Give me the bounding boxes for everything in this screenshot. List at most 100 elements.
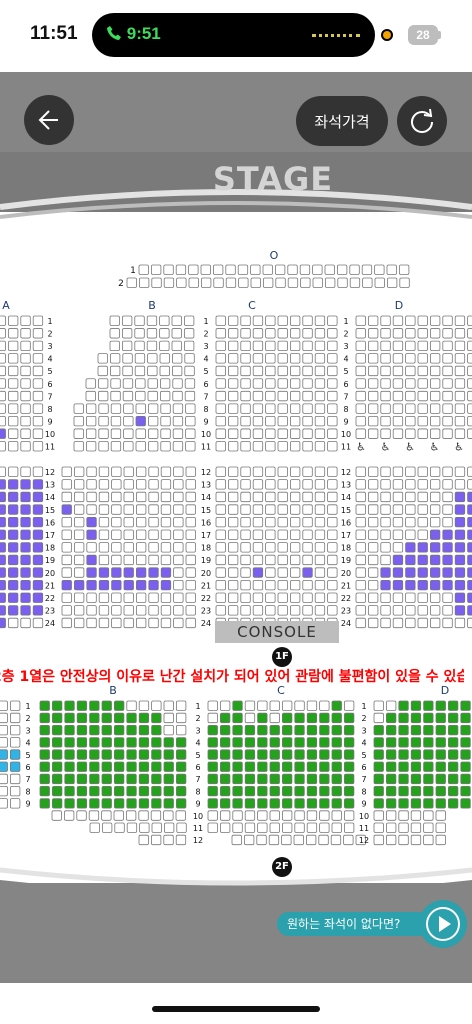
seat-available[interactable] xyxy=(232,725,243,736)
seat-available[interactable] xyxy=(163,773,174,785)
seat-available[interactable] xyxy=(101,749,112,760)
seat-available[interactable] xyxy=(89,749,100,760)
seat-available[interactable] xyxy=(410,712,422,724)
seat-available[interactable] xyxy=(398,725,409,736)
wheelchair-seat-icon[interactable]: ♿ xyxy=(381,441,391,454)
seat-available[interactable] xyxy=(442,542,453,553)
seat-available[interactable] xyxy=(7,491,19,503)
seat-available[interactable] xyxy=(410,700,422,711)
seat-available[interactable] xyxy=(89,798,100,809)
seat-available[interactable] xyxy=(343,786,355,797)
seat-available[interactable] xyxy=(7,554,19,566)
seat-available[interactable] xyxy=(0,617,6,629)
seat-available[interactable] xyxy=(219,773,231,785)
seat-available[interactable] xyxy=(0,479,6,490)
seat-available[interactable] xyxy=(257,761,268,772)
seat-available[interactable] xyxy=(126,786,137,797)
seat-available[interactable] xyxy=(429,580,441,591)
seat-available[interactable] xyxy=(207,737,218,748)
seat-available[interactable] xyxy=(32,517,44,528)
seat-available[interactable] xyxy=(232,712,243,724)
seat-available[interactable] xyxy=(20,554,31,566)
seat-available[interactable] xyxy=(20,592,31,603)
seat-available[interactable] xyxy=(331,700,342,711)
seat-available[interactable] xyxy=(447,798,459,809)
seat-available[interactable] xyxy=(454,592,466,603)
seat-available[interactable] xyxy=(306,737,318,748)
seat-available[interactable] xyxy=(0,529,6,540)
seat-available[interactable] xyxy=(447,737,459,748)
seat-available[interactable] xyxy=(89,786,100,797)
seat-available[interactable] xyxy=(460,737,471,748)
seat-available[interactable] xyxy=(101,773,112,785)
seat-available[interactable] xyxy=(98,567,110,578)
seat-available[interactable] xyxy=(89,761,100,772)
seat-available[interactable] xyxy=(114,700,125,711)
seat-available[interactable] xyxy=(373,749,384,760)
seat-available[interactable] xyxy=(410,798,422,809)
seat-available[interactable] xyxy=(417,542,428,553)
seat-available[interactable] xyxy=(319,712,330,724)
seat-available[interactable] xyxy=(101,725,112,736)
seat-available[interactable] xyxy=(435,737,446,748)
seat-available[interactable] xyxy=(0,761,8,772)
seat-available[interactable] xyxy=(151,725,162,736)
seat-available[interactable] xyxy=(86,554,97,566)
seat-available[interactable] xyxy=(52,786,63,797)
seat-available[interactable] xyxy=(343,749,355,760)
seat-available[interactable] xyxy=(460,761,471,772)
seat-available[interactable] xyxy=(435,761,446,772)
seat-available[interactable] xyxy=(111,567,122,578)
seat-available[interactable] xyxy=(0,605,6,616)
seat-available[interactable] xyxy=(398,700,409,711)
seat-available[interactable] xyxy=(76,749,88,760)
seat-available[interactable] xyxy=(138,786,150,797)
seat-available[interactable] xyxy=(52,773,63,785)
seat-available[interactable] xyxy=(101,761,112,772)
seat-available[interactable] xyxy=(135,415,146,427)
seat-available[interactable] xyxy=(373,786,384,797)
seat-available[interactable] xyxy=(52,761,63,772)
seat-available[interactable] xyxy=(306,712,318,724)
seat-available[interactable] xyxy=(281,737,293,748)
seat-available[interactable] xyxy=(86,517,97,528)
seat-available[interactable] xyxy=(219,712,231,724)
seat-available[interactable] xyxy=(385,737,397,748)
seat-available[interactable] xyxy=(385,773,397,785)
seat-available[interactable] xyxy=(86,529,97,540)
seat-available[interactable] xyxy=(39,798,50,809)
seat-available[interactable] xyxy=(89,737,100,748)
seat-available[interactable] xyxy=(175,773,187,785)
seat-available[interactable] xyxy=(32,580,44,591)
seat-available[interactable] xyxy=(331,725,342,736)
seat-available[interactable] xyxy=(52,737,63,748)
seat-available[interactable] xyxy=(163,786,174,797)
seat-available[interactable] xyxy=(123,580,134,591)
seat-available[interactable] xyxy=(32,504,44,515)
seat-available[interactable] xyxy=(244,798,256,809)
seat-available[interactable] xyxy=(151,761,162,772)
seat-available[interactable] xyxy=(398,798,409,809)
seat-available[interactable] xyxy=(257,786,268,797)
seat-available[interactable] xyxy=(0,749,8,760)
seat-available[interactable] xyxy=(385,712,397,724)
seat-available[interactable] xyxy=(101,798,112,809)
seat-available[interactable] xyxy=(343,712,355,724)
seat-available[interactable] xyxy=(232,773,243,785)
seat-available[interactable] xyxy=(126,749,137,760)
seat-available[interactable] xyxy=(175,737,187,748)
seat-available[interactable] xyxy=(435,712,446,724)
seat-available[interactable] xyxy=(39,712,50,724)
seat-available[interactable] xyxy=(175,798,187,809)
seat-available[interactable] xyxy=(398,712,409,724)
seat-available[interactable] xyxy=(64,700,75,711)
seat-available[interactable] xyxy=(76,773,88,785)
seat-available[interactable] xyxy=(454,567,466,578)
seat-available[interactable] xyxy=(114,749,125,760)
seat-available[interactable] xyxy=(64,786,75,797)
seat-available[interactable] xyxy=(89,725,100,736)
seat-available[interactable] xyxy=(281,725,293,736)
seat-available[interactable] xyxy=(398,737,409,748)
seat-available[interactable] xyxy=(447,700,459,711)
seat-available[interactable] xyxy=(343,725,355,736)
